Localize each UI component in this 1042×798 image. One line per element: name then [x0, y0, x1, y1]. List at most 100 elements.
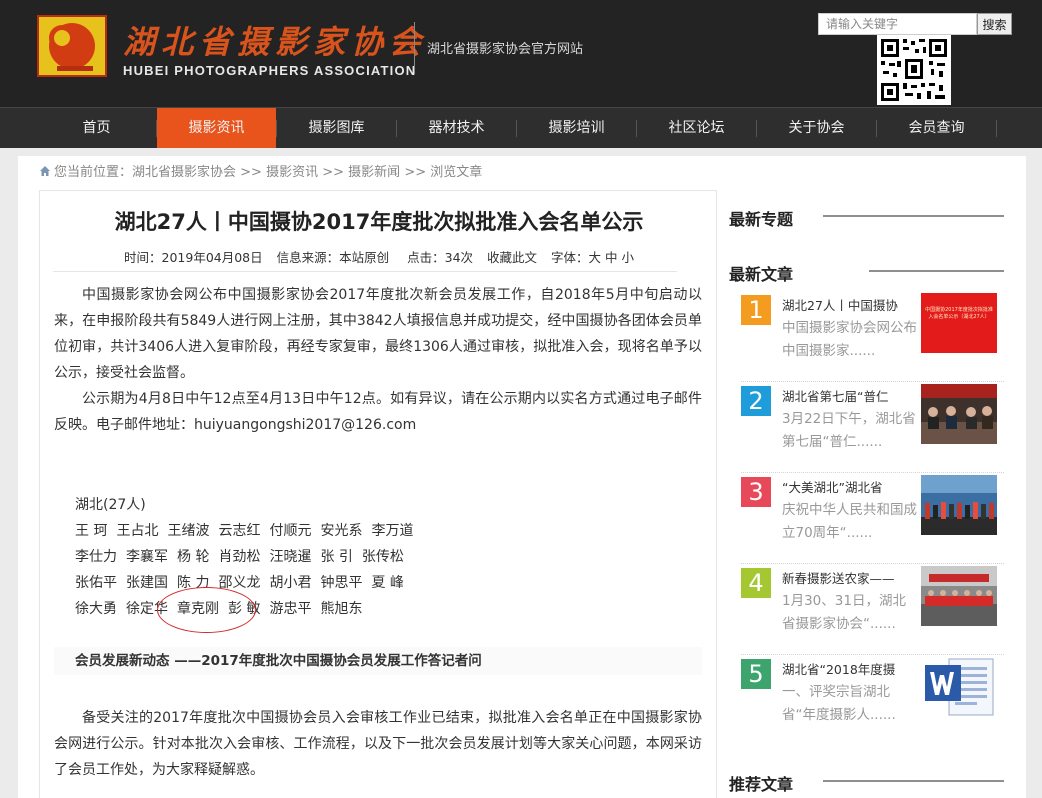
heading-rule	[823, 215, 1004, 217]
nav-item-training[interactable]: 摄影培训	[517, 108, 636, 148]
heading-rule	[869, 270, 1004, 272]
latest-article-title[interactable]: 湖北省“2018年度摄	[782, 659, 922, 678]
breadcrumb-separator: >>	[236, 165, 267, 180]
favorite-link[interactable]: 收藏此文	[487, 250, 537, 265]
word-document-icon[interactable]	[921, 657, 997, 717]
article-thumbnail[interactable]: 中国摄协2017年度批次拟批准入会名单公示（湖北27人）	[921, 293, 997, 353]
nav-item-home[interactable]: 首页	[37, 108, 156, 148]
item-separator	[741, 472, 1004, 473]
heading-rule	[823, 780, 1004, 782]
member-name: 王绪波	[167, 523, 210, 539]
member-name: 胡小君	[269, 575, 312, 591]
nav-item-about[interactable]: 关于协会	[757, 108, 876, 148]
member-name: 肖劲松	[218, 549, 261, 565]
latest-articles-heading: 最新文章	[729, 265, 794, 284]
member-name: 张建国	[126, 575, 168, 591]
article-thumbnail[interactable]	[921, 384, 997, 444]
breadcrumb-link-photo-news[interactable]: 摄影新闻	[348, 165, 400, 180]
latest-article-desc: 庆祝中华人民共和国成立70周年“......	[782, 502, 917, 541]
breadcrumb: 您当前位置：湖北省摄影家协会 >> 摄影资讯 >> 摄影新闻 >> 浏览文章	[39, 161, 482, 180]
latest-article-item[interactable]: 2 湖北省第七届“普仁 3月22日下午，湖北省第七届“普仁......	[741, 384, 1004, 472]
article-title: 湖北27人丨中国摄协2017年度批次拟批准入会名单公示	[114, 210, 644, 234]
member-name: 王占北	[116, 523, 159, 539]
name-row: 张佑平 张建国陈 力邵义龙 胡小君 钟思平夏 峰	[75, 572, 413, 592]
breadcrumb-prefix: 您当前位置：	[54, 165, 133, 180]
latest-article-item[interactable]: 5 湖北省“2018年度摄 一、评奖宗旨湖北省“年度摄影人......	[741, 657, 1004, 745]
nav-separator	[996, 120, 997, 137]
breadcrumb-separator: >>	[318, 165, 349, 180]
nav-item-gallery[interactable]: 摄影图库	[277, 108, 396, 148]
member-name: 钟思平	[320, 575, 363, 591]
nav-item-member-search[interactable]: 会员查询	[877, 108, 996, 148]
association-logo-icon[interactable]	[37, 15, 107, 77]
member-name: 王 珂	[75, 523, 108, 539]
rank-badge: 3	[741, 477, 771, 507]
nav-item-equipment[interactable]: 器材技术	[397, 108, 516, 148]
red-circle-annotation	[157, 587, 256, 633]
member-name: 杨 轮	[177, 549, 210, 565]
member-name: 李仕力	[75, 549, 117, 565]
member-name: 游忠平	[269, 601, 312, 617]
latest-article-title[interactable]: “大美湖北”湖北省	[782, 477, 922, 496]
rank-badge: 5	[741, 659, 771, 689]
nav-item-forum[interactable]: 社区论坛	[637, 108, 756, 148]
header-divider	[414, 22, 415, 74]
site-logo-title[interactable]: 湖北省摄影家协会	[123, 17, 427, 63]
article: 湖北27人丨中国摄协2017年度批次拟批准入会名单公示 时间：2019年04月0…	[39, 190, 717, 798]
latest-article-desc: 1月30、31日，湖北省摄影家协会“......	[782, 593, 906, 632]
search-button[interactable]: 搜索	[977, 13, 1012, 35]
breadcrumb-link-home[interactable]: 湖北省摄影家协会	[132, 165, 236, 180]
member-name: 张传松	[361, 549, 404, 565]
site-slogan: 湖北省摄影家协会官方网站	[427, 42, 584, 57]
latest-article-item[interactable]: 4 新春摄影送农家—— 1月30、31日，湖北省摄影家协会“......	[741, 566, 1004, 654]
search-input[interactable]	[818, 13, 977, 35]
rank-badge: 4	[741, 568, 771, 598]
site-logo-subtitle: HUBEI PHOTOGRAPHERS ASSOCIATION	[123, 63, 417, 78]
thumbnail-caption: 中国摄协2017年度批次拟批准入会名单公示（湖北27人）	[925, 307, 993, 320]
article-thumbnail[interactable]	[921, 475, 997, 535]
recommended-heading: 推荐文章	[729, 775, 794, 794]
group-title: 湖北(27人)	[75, 497, 146, 513]
content-area: 您当前位置：湖北省摄影家协会 >> 摄影资讯 >> 摄影新闻 >> 浏览文章 湖…	[18, 156, 1026, 798]
name-row: 王 珂王占北 王绪波 云志红 付顺元 安光系 李万道	[75, 520, 422, 540]
article-paragraph: 备受关注的2017年度批次中国摄协会员入会审核工作业已结束，拟批准入会名单正在中…	[54, 710, 702, 778]
font-size-switch[interactable]: 字体：大 中 小	[551, 250, 634, 265]
latest-article-title[interactable]: 湖北省第七届“普仁	[782, 386, 922, 405]
latest-article-desc: 一、评奖宗旨湖北省“年度摄影人......	[782, 684, 896, 723]
item-separator	[741, 381, 1004, 382]
article-time: 时间：2019年04月08日	[124, 250, 263, 265]
home-icon	[39, 165, 51, 177]
article-meta: 时间：2019年04月08日 信息来源：本站原创 点击：34次 收藏此文 字体：…	[40, 247, 718, 266]
latest-article-desc: 3月22日下午，湖北省第七届“普仁......	[782, 411, 916, 450]
member-name: 夏 峰	[371, 575, 404, 591]
rank-badge: 2	[741, 386, 771, 416]
article-thumbnail[interactable]	[921, 566, 997, 626]
latest-topics-heading: 最新专题	[729, 210, 794, 229]
member-name: 张佑平	[75, 575, 117, 591]
latest-article-title[interactable]: 新春摄影送农家——	[782, 568, 922, 587]
item-separator	[741, 563, 1004, 564]
news-subheading: 会员发展新动态 ——2017年度批次中国摄协会员发展工作答记者问	[54, 647, 702, 675]
latest-article-title[interactable]: 湖北27人丨中国摄协	[782, 295, 922, 314]
nav-item-photo-news[interactable]: 摄影资讯	[157, 108, 276, 148]
breadcrumb-current: 浏览文章	[430, 165, 483, 180]
item-separator	[741, 654, 1004, 655]
latest-article-item[interactable]: 3 “大美湖北”湖北省 庆祝中华人民共和国成立70周年“......	[741, 475, 1004, 563]
main-nav: 首页 摄影资讯 摄影图库 器材技术 摄影培训 社区论坛 关于协会 会员查询	[0, 107, 1042, 148]
qr-code-icon	[877, 35, 951, 105]
member-name: 徐大勇	[75, 601, 117, 617]
breadcrumb-link-news[interactable]: 摄影资讯	[266, 165, 318, 180]
name-row: 李仕力 李襄军杨 轮肖劲松 汪晓暹张 引张传松	[75, 546, 413, 566]
member-name: 付顺元	[269, 523, 312, 539]
article-clicks: 点击：34次	[407, 250, 474, 265]
member-name: 熊旭东	[320, 601, 363, 617]
rank-badge: 1	[741, 295, 771, 325]
member-name: 李襄军	[126, 549, 168, 565]
member-name: 李万道	[371, 523, 414, 539]
breadcrumb-separator: >>	[400, 165, 431, 180]
site-header: 湖北省摄影家协会 HUBEI PHOTOGRAPHERS ASSOCIATION…	[0, 0, 1042, 107]
article-source: 信息来源：本站原创	[276, 250, 390, 265]
member-name: 汪晓暹	[269, 549, 312, 565]
latest-article-item[interactable]: 1 湖北27人丨中国摄协 中国摄影家协会网公布中国摄影家...... 中国摄协2…	[741, 293, 1004, 381]
latest-article-desc: 中国摄影家协会网公布中国摄影家......	[782, 320, 917, 359]
